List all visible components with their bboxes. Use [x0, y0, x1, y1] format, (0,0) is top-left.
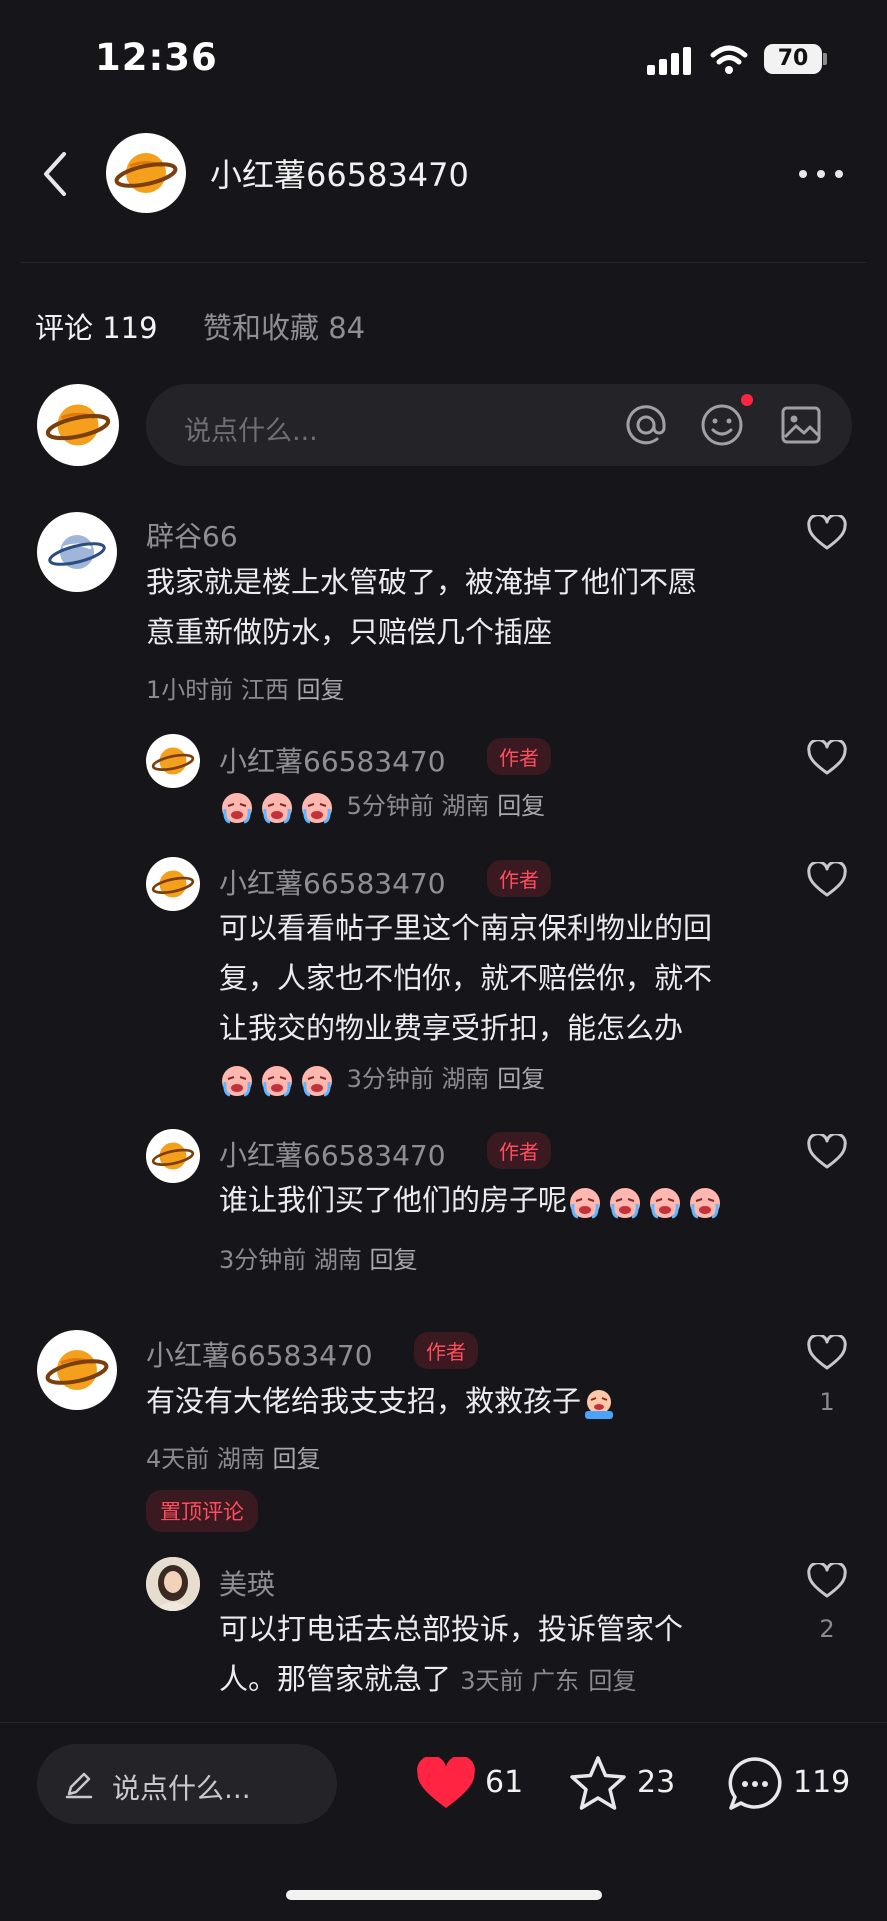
header-title: 小红薯66583470 [210, 156, 469, 194]
battery-tip [823, 53, 827, 65]
blue-planet-icon [48, 535, 106, 569]
crying-baby-emoji-icon [585, 1390, 614, 1419]
emoji-icon[interactable] [700, 403, 744, 447]
crying-emoji-icon [690, 1188, 721, 1219]
header-divider [20, 262, 867, 263]
notification-dot [741, 394, 753, 406]
heart-outline-icon[interactable] [807, 862, 847, 898]
comment-meta: 1小时前 江西 回复 [146, 676, 345, 704]
tab-comments[interactable]: 评论 119 [35, 305, 158, 347]
crying-emoji-icon [570, 1188, 601, 1219]
crying-emoji-icon [222, 793, 252, 824]
crying-emoji-icon [262, 1066, 292, 1097]
heart-outline-icon[interactable] [807, 1335, 847, 1371]
mention-icon[interactable] [624, 403, 668, 447]
heart-outline-icon[interactable] [807, 740, 847, 776]
reply-button[interactable]: 回复 [497, 1065, 545, 1093]
planet-icon [114, 153, 178, 193]
reply-text: 谁让我们买了他们的房子呢 [219, 1175, 727, 1225]
commenter-avatar[interactable] [37, 1330, 117, 1410]
reply-button[interactable]: 回复 [370, 1246, 418, 1274]
heart-outline-icon[interactable] [807, 515, 847, 551]
status-time: 12:36 [95, 36, 218, 79]
reply-name[interactable]: 小红薯66583470 [219, 862, 446, 902]
comment-meta: 4天前 湖南 回复 [146, 1445, 321, 1473]
author-tag: 作者 [487, 860, 551, 897]
commenter-name[interactable]: 小红薯66583470 [146, 1334, 373, 1374]
reply-button[interactable]: 回复 [497, 792, 545, 820]
crying-emoji-icon [302, 1066, 332, 1097]
reply-meta: 3分钟前 湖南 回复 [219, 1246, 418, 1274]
author-tag: 作者 [414, 1332, 478, 1369]
comment-input-placeholder: 说点什么... [184, 416, 318, 447]
planet-icon [45, 1350, 109, 1390]
comment-text: 我家就是楼上水管破了，被淹掉了他们不愿 意重新做防水，只赔偿几个插座 [146, 565, 698, 649]
user-photo-icon [146, 1557, 200, 1611]
tab-likes-collects[interactable]: 赞和收藏 84 [203, 305, 365, 347]
pencil-icon [65, 1772, 93, 1799]
author-tag: 作者 [487, 1132, 551, 1169]
like-count-total: 61 [485, 1765, 524, 1800]
reply-meta: 5分钟前 湖南 回复 [219, 786, 545, 825]
crying-emoji-icon [302, 793, 332, 824]
crying-emoji-icon [222, 1066, 252, 1097]
planet-icon [45, 404, 111, 446]
reply-name[interactable]: 小红薯66583470 [219, 1134, 446, 1174]
heart-filled-icon[interactable] [416, 1757, 476, 1811]
bottom-input-placeholder: 说点什么... [112, 1772, 251, 1805]
reply-button[interactable]: 回复 [297, 676, 345, 704]
collect-count: 23 [637, 1765, 676, 1800]
heart-outline-icon[interactable] [807, 1563, 847, 1599]
planet-icon [151, 747, 195, 775]
like-count: 2 [819, 1615, 835, 1643]
planet-icon [151, 1142, 195, 1170]
reply-avatar[interactable] [146, 857, 200, 911]
comment-count-total: 119 [793, 1765, 851, 1800]
battery-icon: 70 [764, 44, 822, 74]
reply-name[interactable]: 小红薯66583470 [219, 740, 446, 780]
reply-text: 可以打电话去总部投诉，投诉管家个 人。那管家就急了 3天前 广东 回复 [219, 1612, 684, 1696]
my-avatar[interactable] [37, 384, 119, 466]
reply-name[interactable]: 美瑛 [219, 1563, 275, 1603]
comment-text: 有没有大佬给我支支招，救救孩子 [146, 1376, 621, 1426]
reply-meta: 3分钟前 湖南 回复 [219, 1059, 545, 1098]
crying-emoji-icon [262, 793, 292, 824]
planet-icon [151, 870, 195, 898]
reply-button[interactable]: 回复 [588, 1667, 636, 1695]
like-count: 1 [819, 1388, 835, 1416]
author-avatar[interactable] [106, 133, 186, 213]
image-icon[interactable] [779, 403, 823, 447]
crying-emoji-icon [610, 1188, 641, 1219]
signal-icon [647, 47, 691, 75]
reply-avatar[interactable] [146, 1557, 200, 1611]
commenter-name[interactable]: 辟谷66 [146, 515, 238, 555]
star-outline-icon[interactable] [567, 1754, 629, 1814]
home-indicator [286, 1890, 602, 1900]
heart-outline-icon[interactable] [807, 1134, 847, 1170]
reply-text: 可以看看帖子里这个南京保利物业的回 复，人家也不怕你，就不赔偿你，就不 让我交的… [219, 911, 713, 1045]
author-tag: 作者 [487, 738, 551, 775]
comment-bubble-icon[interactable] [725, 1754, 785, 1814]
reply-avatar[interactable] [146, 1129, 200, 1183]
pinned-comment-tag: 置顶评论 [146, 1490, 258, 1532]
more-options-icon[interactable] [798, 168, 844, 180]
reply-avatar[interactable] [146, 734, 200, 788]
back-arrow-icon[interactable] [40, 150, 70, 198]
commenter-avatar[interactable] [37, 512, 117, 592]
reply-button[interactable]: 回复 [273, 1445, 321, 1473]
crying-emoji-icon [650, 1188, 681, 1219]
wifi-icon [710, 45, 748, 74]
